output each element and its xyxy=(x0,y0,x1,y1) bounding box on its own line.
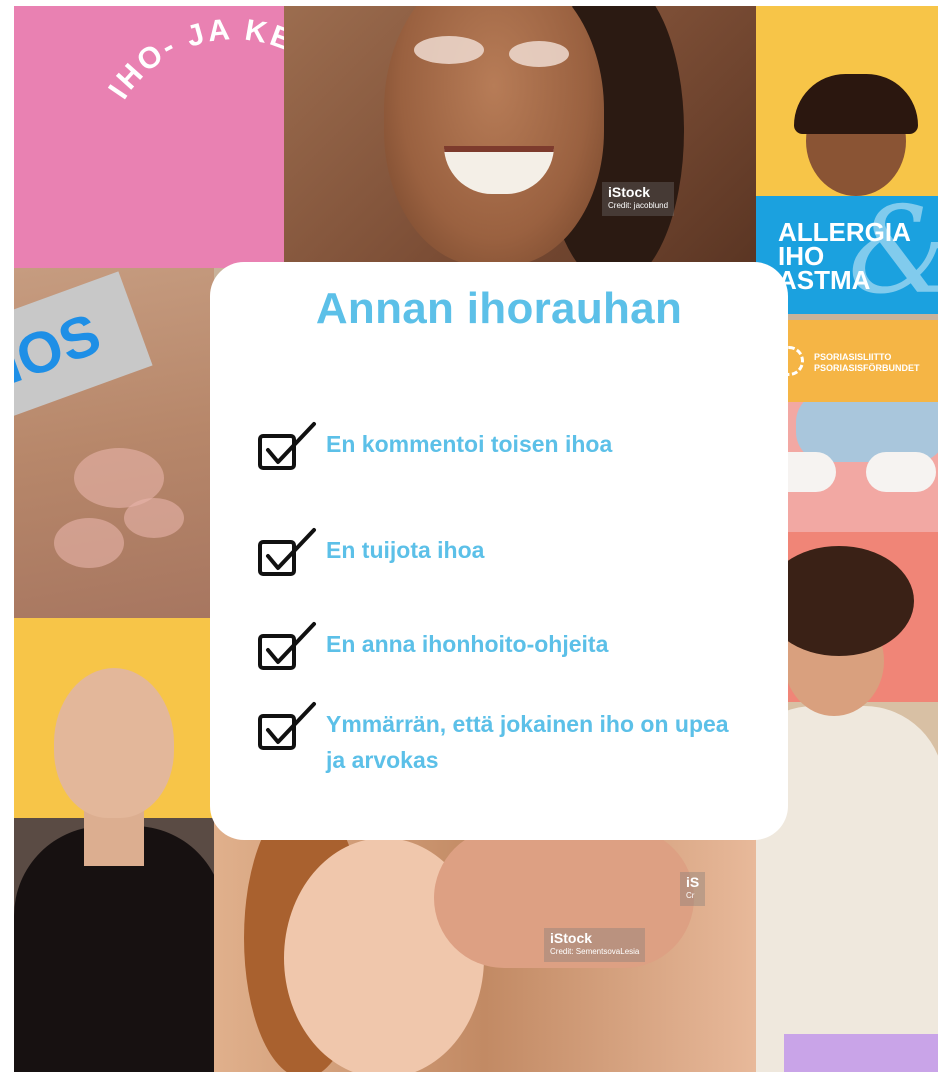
photo-child xyxy=(756,6,938,196)
photo-smiling-woman: iStock Credit: jacoblund xyxy=(284,6,756,268)
photo-bald-woman-head xyxy=(54,668,174,818)
checkbox-check-icon xyxy=(258,528,316,576)
pledge-card: Annan ihorauhan En kommentoi toisen ihoa… xyxy=(210,262,788,840)
photo-girl-heart-hands: iStock Credit: SementsovaLesia iS Cr xyxy=(214,818,756,1072)
pledge-item: En tuijota ihoa xyxy=(256,526,484,578)
pledge-item: En kommentoi toisen ihoa xyxy=(256,420,612,472)
lavender-strip xyxy=(784,1034,938,1072)
poster: IHO- JA KEHORAUHA iStock Credit: jacoblu… xyxy=(14,6,938,1072)
checkbox-check-icon xyxy=(258,702,316,750)
pledge-item: Ymmärrän, että jokainen iho on upea ja a… xyxy=(256,700,736,778)
card-title: Annan ihorauhan xyxy=(315,284,683,333)
istock-watermark-top: iStock Credit: jacoblund xyxy=(602,182,675,216)
istock-watermark-side: iS Cr xyxy=(680,872,706,906)
checkbox-check-icon xyxy=(258,422,316,470)
istock-watermark-bottom: iStock Credit: SementsovaLesia xyxy=(544,928,646,962)
checkbox-check-icon xyxy=(258,622,316,670)
pledge-item: En anna ihonhoito-ohjeita xyxy=(256,620,608,672)
